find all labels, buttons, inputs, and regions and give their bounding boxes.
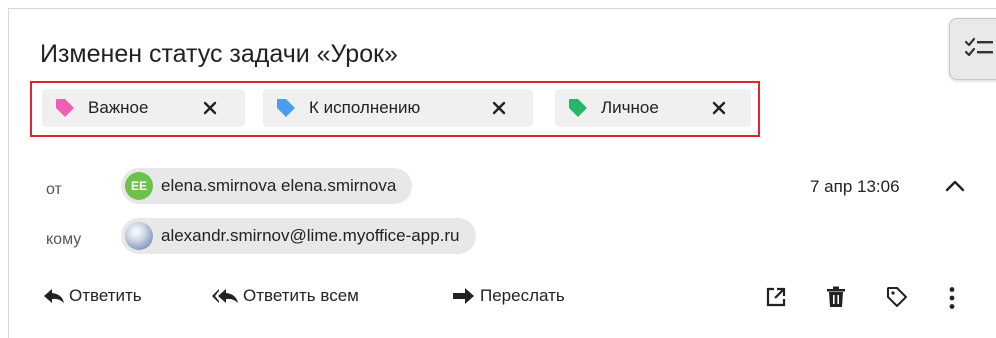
message-view: Изменен статус задачи «Урок» Важное К ис… (0, 0, 996, 338)
tag-label: К исполнению (309, 98, 421, 117)
forward-label: Переслать (480, 286, 565, 305)
tag-chip-to-do: К исполнению (263, 89, 533, 127)
forward-button[interactable]: Переслать (452, 286, 565, 306)
tag-outline-icon[interactable] (886, 286, 908, 308)
tag-icon (569, 99, 587, 117)
open-external-icon[interactable] (765, 286, 787, 308)
recipient-chip[interactable]: alexandr.smirnov@lime.myoffice-app.ru (121, 218, 476, 254)
tag-icon (277, 99, 295, 117)
tag-icon (56, 99, 74, 117)
reply-icon (44, 289, 64, 303)
sender-chip[interactable]: EE elena.smirnova elena.smirnova (121, 168, 413, 204)
from-label: от (46, 181, 62, 198)
tag-chip-personal: Личное (555, 89, 751, 127)
sender-name: elena.smirnova elena.smirnova (161, 176, 397, 195)
reply-label: Ответить (69, 286, 142, 305)
reply-all-button[interactable]: Ответить всем (211, 286, 359, 306)
reply-all-label: Ответить всем (243, 286, 359, 305)
left-divider (8, 8, 9, 338)
avatar (125, 222, 153, 250)
tag-label: Важное (88, 98, 149, 117)
message-date: 7 апр 13:06 (810, 177, 900, 196)
tag-label: Личное (601, 98, 659, 117)
reply-button[interactable]: Ответить (43, 286, 142, 306)
recipient-address: alexandr.smirnov@lime.myoffice-app.ru (161, 226, 460, 245)
remove-tag-button[interactable] (709, 98, 729, 118)
remove-tag-button[interactable] (489, 98, 509, 118)
to-label: кому (46, 231, 82, 248)
task-list-button[interactable] (949, 18, 996, 80)
tag-chip-important: Важное (42, 89, 245, 127)
top-divider (8, 8, 996, 9)
remove-tag-button[interactable] (200, 98, 220, 118)
chevron-up-icon[interactable] (944, 178, 966, 194)
trash-icon[interactable] (826, 286, 846, 308)
checklist-icon (964, 37, 993, 57)
reply-all-icon (212, 289, 238, 303)
avatar: EE (125, 172, 153, 200)
more-vertical-icon[interactable] (948, 286, 956, 310)
forward-icon (453, 288, 474, 304)
message-subject: Изменен статус задачи «Урок» (40, 40, 398, 68)
